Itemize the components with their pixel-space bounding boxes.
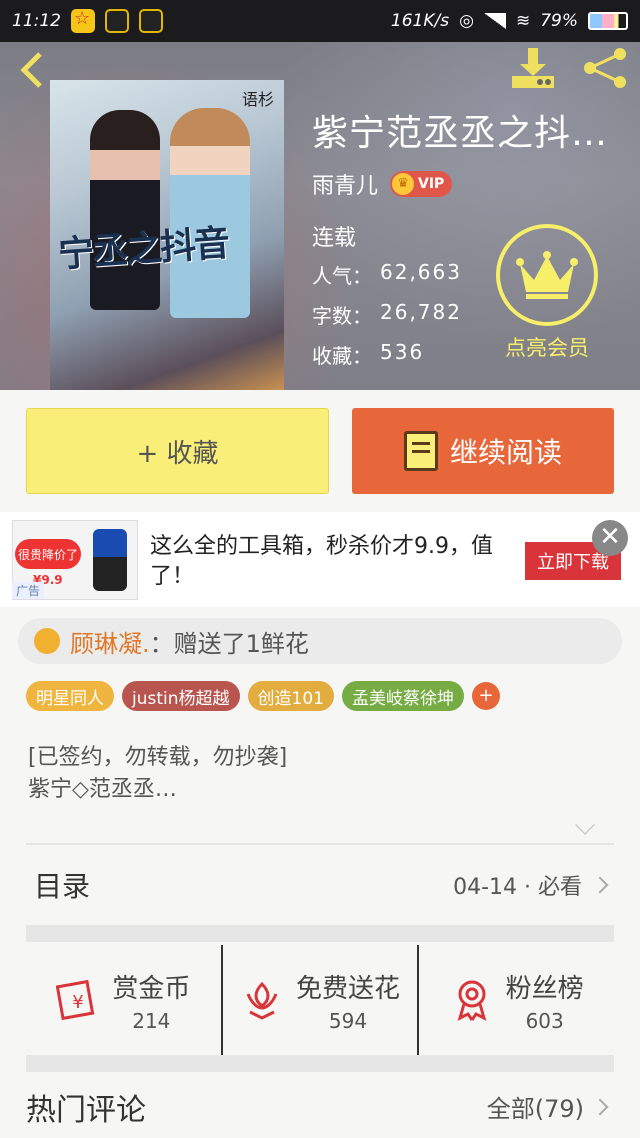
continue-reading-label: 继续阅读 — [449, 436, 562, 469]
download-icon — [512, 48, 554, 88]
chevron-right-icon — [591, 1098, 609, 1115]
stat-label: 收藏： — [312, 344, 372, 368]
section-divider — [26, 925, 614, 942]
toc-update: 04-14 · 必看 — [453, 869, 614, 901]
add-favorite-button[interactable]: + 收藏 — [26, 408, 329, 494]
member-label: 点亮会员 — [505, 336, 589, 360]
stat-value: 536 — [380, 340, 425, 364]
description-line: 紫宁◇范丞丞… — [28, 777, 177, 802]
cover-figure — [170, 108, 250, 318]
tag-item[interactable]: 明星同人 — [26, 681, 114, 711]
author-name[interactable]: 雨青儿 — [312, 168, 378, 200]
stat-label: 字数： — [312, 304, 372, 328]
ad-image-tag: 很贵降价了 — [15, 539, 82, 569]
gift-user: 顾琳凝. — [70, 629, 150, 658]
divider — [26, 843, 614, 845]
table-of-contents-row[interactable]: 目录 04-14 · 必看 — [26, 846, 614, 924]
all-comments-link[interactable]: 全部(79) — [487, 1089, 614, 1124]
battery-icon — [588, 12, 628, 30]
hot-comments-header: 热门评论 全部(79) — [26, 1075, 614, 1138]
ad-banner[interactable]: 很贵降价了 ¥9.9 广告 这么全的工具箱，秒杀价才9.9，值了！ 立即下载 ✕ — [0, 512, 640, 607]
book-header: 宁丞之抖音 语杉 紫宁范丞丞之抖音… 雨青儿 ♛ VIP 连载 人气： 62,6… — [0, 42, 640, 390]
signal-icon — [483, 13, 506, 29]
tag-item[interactable]: 创造101 — [247, 681, 334, 711]
crown-icon — [516, 251, 578, 299]
app-notification-icon — [105, 9, 129, 33]
support-label: 免费送花 — [296, 973, 401, 1004]
member-button[interactable]: 点亮会员 — [492, 224, 602, 364]
hot-comments-title: 热门评论 — [26, 1092, 146, 1128]
book-cover[interactable]: 宁丞之抖音 语杉 — [50, 80, 284, 390]
reward-coin-button[interactable]: ¥ 赏金币 214 — [26, 945, 221, 1055]
crown-icon: ♛ — [392, 173, 415, 195]
battery-percent: 79% — [540, 11, 578, 31]
share-button[interactable] — [580, 46, 630, 90]
ad-text: 这么全的工具箱，秒杀价才9.9，值了！ — [150, 534, 493, 589]
status-right: 161K/s ◎ ≋ 79% — [391, 11, 628, 31]
book-icon — [403, 431, 438, 471]
chevron-right-icon — [591, 876, 609, 894]
close-icon[interactable]: ✕ — [592, 520, 628, 556]
support-count: 603 — [525, 1008, 564, 1033]
share-icon — [584, 48, 626, 88]
support-label: 赏金币 — [112, 973, 191, 1004]
hotspot-icon: ◎ — [459, 11, 474, 31]
tag-item[interactable]: justin杨超越 — [122, 681, 240, 711]
continue-reading-button[interactable]: 继续阅读 — [352, 408, 614, 494]
flower-icon — [246, 981, 278, 1020]
gift-ticker[interactable]: 顾琳凝. ：赠送了1鲜花 — [18, 618, 622, 664]
stat-favorites: 收藏： 536 — [312, 340, 424, 369]
status-bar: 11:12 161K/s ◎ ≋ 79% — [0, 0, 640, 42]
book-title: 紫宁范丞丞之抖音… — [312, 113, 632, 154]
author-row: 雨青儿 ♛ VIP — [312, 168, 453, 200]
fan-ranking-button[interactable]: 粉丝榜 603 — [417, 945, 614, 1055]
member-circle — [496, 224, 598, 326]
vip-label: VIP — [418, 176, 445, 192]
toc-title: 目录 — [34, 870, 91, 903]
chevron-down-icon[interactable] — [575, 815, 595, 835]
cover-figure — [90, 110, 160, 310]
chevron-left-icon — [20, 52, 42, 88]
status-time: 11:12 — [12, 11, 61, 31]
tag-item[interactable]: 孟美岐蔡徐坤 — [341, 681, 464, 711]
app-notification-icon — [139, 9, 163, 33]
serial-status: 连载 — [312, 226, 357, 251]
vip-badge: ♛ VIP — [390, 171, 453, 197]
stat-label: 人气： — [312, 264, 372, 288]
gift-action: ：赠送了1鲜花 — [149, 629, 309, 658]
download-button[interactable] — [508, 46, 558, 90]
section-divider — [26, 1055, 614, 1072]
support-label: 粉丝榜 — [505, 973, 584, 1004]
book-description[interactable]: [已签约，勿转载，勿抄袭] 紫宁◇范丞丞… — [28, 742, 287, 806]
support-row: ¥ 赏金币 214 免费送花 594 粉丝榜 603 — [26, 945, 614, 1055]
support-count: 214 — [132, 1008, 171, 1033]
support-count: 594 — [328, 1008, 368, 1033]
stat-word-count: 字数： 26,782 — [312, 300, 462, 329]
flower-icon — [34, 628, 60, 654]
add-tag-button[interactable]: + — [471, 682, 500, 710]
network-speed: 161K/s — [390, 11, 450, 31]
stat-value: 62,663 — [380, 260, 462, 284]
svg-text:¥: ¥ — [73, 992, 84, 1013]
drill-image — [93, 529, 127, 591]
medal-icon — [457, 980, 487, 1021]
all-comments-label: 全部(79) — [486, 1095, 584, 1123]
toc-update-text: 04-14 · 必看 — [453, 875, 582, 900]
stat-value: 26,782 — [380, 300, 462, 324]
reward-coin-icon: ¥ — [56, 979, 95, 1021]
ad-label: 广告 — [12, 582, 45, 599]
send-flower-button[interactable]: 免费送花 594 — [220, 945, 418, 1055]
stat-popularity: 人气： 62,663 — [312, 260, 462, 289]
description-line: [已签约，勿转载，勿抄袭] — [28, 745, 288, 770]
wifi-icon: ≋ — [515, 11, 531, 31]
back-button[interactable] — [14, 50, 54, 90]
cover-brand: 语杉 — [241, 90, 274, 109]
star-app-icon — [71, 8, 95, 33]
tag-list: 明星同人 justin杨超越 创造101 孟美岐蔡徐坤 + — [26, 681, 500, 711]
